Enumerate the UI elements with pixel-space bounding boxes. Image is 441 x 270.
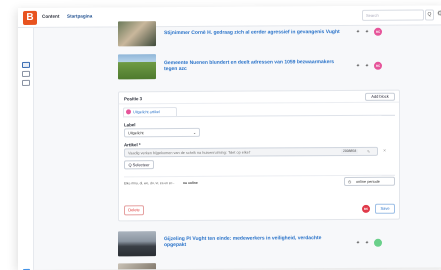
online-period-button[interactable]: ◷ online periode: [344, 176, 395, 187]
tab-dot-icon: [126, 109, 131, 115]
save-button[interactable]: Save: [375, 203, 395, 214]
sidebar-media-icon[interactable]: [22, 70, 30, 77]
add-icon[interactable]: +: [355, 29, 361, 35]
article-title[interactable]: Gijzeling PI Vught ten einde: medewerker…: [164, 235, 344, 248]
article-thumbnail: [118, 231, 156, 257]
avatar: RC: [374, 61, 382, 70]
article-row[interactable]: Stijnimmer Cornè H. gedraag zich al eerd…: [118, 20, 400, 50]
article-id-chip: 2008858: [341, 148, 359, 155]
search-button[interactable]: Q: [425, 9, 434, 21]
article-title[interactable]: Stijnimmer Cornè H. gedraag zich al eerd…: [164, 29, 344, 36]
sidebar-list-icon[interactable]: [22, 79, 30, 86]
article-title[interactable]: Gemeente Nuenen blundert en deelt adress…: [164, 59, 344, 72]
add-icon[interactable]: +: [355, 63, 361, 69]
gear-icon[interactable]: ⚙: [437, 9, 441, 17]
label-select[interactable]: Uitgelicht ⌄: [124, 127, 200, 138]
label-heading: Label: [124, 122, 136, 128]
nav-content[interactable]: Content: [42, 14, 59, 19]
add-icon[interactable]: +: [364, 240, 370, 246]
avatar: BK: [362, 204, 370, 213]
chevron-down-icon: ⌄: [193, 130, 197, 135]
article-thumbnail: [118, 21, 156, 47]
edit-icon[interactable]: ✎: [367, 149, 370, 154]
tab-label: Uitgelicht artikel: [133, 110, 160, 115]
article-thumbnail: [118, 54, 156, 80]
position-card: Positie 3 Add block Uitgelicht artikel L…: [118, 89, 400, 222]
article-row[interactable]: [118, 262, 400, 270]
position-title: Positie 3: [124, 96, 143, 102]
add-icon[interactable]: +: [355, 240, 361, 246]
article-thumbnail: [118, 263, 156, 270]
article-field-value: Vaadig verken bijgekomen van de schrik n…: [128, 150, 251, 156]
tab-uitgelicht[interactable]: Uitgelicht artikel: [123, 107, 177, 117]
sidebar: [18, 27, 34, 270]
select-article-button[interactable]: Q Selecteer: [124, 160, 154, 170]
article-heading: Artikel *: [124, 142, 141, 148]
article-row[interactable]: Gemeente Nuenen blundert en deelt adress…: [118, 53, 400, 83]
dates-text: Elke mnu, di, wo, do, vr, za en zo -: [124, 181, 175, 186]
sidebar-pages-icon[interactable]: [22, 61, 30, 68]
add-icon[interactable]: +: [364, 63, 370, 69]
card-header: Positie 3 Add block: [119, 90, 399, 105]
nav-startpagina[interactable]: Startpagina: [67, 14, 92, 19]
add-icon[interactable]: +: [364, 29, 370, 35]
add-block-button[interactable]: Add block: [365, 92, 395, 101]
article-row[interactable]: Gijzeling PI Vught ten einde: medewerker…: [118, 230, 400, 260]
avatar: [374, 238, 382, 247]
brand-logo[interactable]: B: [23, 10, 37, 25]
screenshot-stage: B Content Startpagina Search Q ⚙ Stijnim…: [0, 0, 441, 270]
label-select-value: Uitgelicht: [128, 131, 144, 136]
cms-window: B Content Startpagina Search Q ⚙ Stijnim…: [18, 5, 441, 270]
clock-icon: ◷: [348, 179, 352, 184]
online-period-label: online periode: [356, 179, 380, 184]
article-field[interactable]: Vaadig verken bijgekomen van de schrik n…: [124, 146, 378, 158]
close-icon[interactable]: ✕: [383, 148, 386, 153]
avatar: RC: [374, 27, 382, 36]
delete-button[interactable]: Delete: [124, 205, 144, 216]
online-status: nu online: [183, 180, 198, 185]
